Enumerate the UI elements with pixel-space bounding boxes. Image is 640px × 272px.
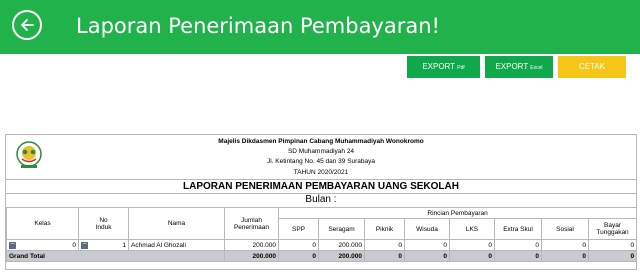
col-rincian: Rincian Pembayaran — [277, 207, 638, 219]
col-tunggakan-line2: Tunggakan — [596, 229, 629, 236]
cell-kelas: − 0 — [6, 239, 79, 251]
col-nama: Nama — [128, 207, 225, 240]
cell-spp: 0 — [278, 239, 319, 251]
col-jumlah-line1: Jumlah — [241, 216, 262, 224]
back-button[interactable] — [12, 10, 42, 40]
school-logo-icon — [16, 141, 42, 168]
export-excel-button[interactable]: EXPORT Excel — [485, 56, 553, 78]
cell-jumlah: 200.000 — [224, 239, 279, 251]
col-wisuda: Wisuda — [404, 218, 450, 240]
cell-piknik: 0 — [364, 239, 405, 251]
export-excel-suffix: Excel — [530, 65, 543, 71]
print-label: CETAK — [578, 62, 606, 71]
export-pdf-button[interactable]: EXPORT Pdf — [407, 56, 480, 78]
total-extra: 0 — [494, 250, 542, 262]
col-piknik: Piknik — [364, 218, 405, 240]
col-tunggakan-line1: Bayar — [604, 222, 622, 229]
header-bar: Laporan Penerimaan Pembayaran! — [0, 0, 640, 54]
arrow-left-icon — [21, 19, 34, 31]
cell-seragam: 200.000 — [318, 239, 365, 251]
export-pdf-label: EXPORT — [422, 62, 455, 71]
col-no-induk-line1: No — [99, 216, 108, 224]
total-lks: 0 — [449, 250, 495, 262]
col-lks: LKS — [449, 218, 495, 240]
export-pdf-suffix: Pdf — [457, 65, 465, 71]
col-tunggakan: Bayar Tunggakan — [587, 218, 638, 240]
cell-wisuda: 0 — [404, 239, 450, 251]
col-kelas: Kelas — [6, 207, 79, 240]
total-seragam: 200.000 — [318, 250, 365, 262]
cell-no-induk-value: 1 — [122, 241, 126, 249]
cell-lks: 0 — [449, 239, 495, 251]
cell-tunggakan: 0 — [587, 239, 638, 251]
org-name: Majelis Dikdasmen Pimpinan Cabang Muhamm… — [218, 138, 424, 145]
grand-total-row: Grand Total 200.000 0 200.000 0 0 0 0 0 … — [6, 250, 638, 262]
report-panel: Majelis Dikdasmen Pimpinan Cabang Muhamm… — [5, 134, 638, 270]
school-name: SD Muhammadiyah 24 — [287, 148, 355, 155]
col-jumlah-line2: Penerimaan — [233, 223, 270, 231]
cell-kelas-value: 0 — [72, 241, 76, 249]
month-label: Bulan : — [305, 194, 337, 205]
col-extra: Extra Skul — [494, 218, 542, 240]
col-no-induk-line2: Induk — [95, 223, 112, 231]
cell-extra: 0 — [494, 239, 542, 251]
table-row: − 0 − 1 Achmad Al Ghozali 200.000 0 200.… — [6, 239, 638, 251]
payment-table: Kelas No Induk Nama Jumlah Penerimaan Ri… — [6, 207, 638, 262]
col-sosial: Sosial — [541, 218, 589, 240]
total-jumlah: 200.000 — [224, 250, 279, 262]
collapse-induk-icon[interactable]: − — [81, 241, 88, 249]
col-no-induk: No Induk — [78, 207, 129, 240]
cell-nama: Achmad Al Ghozali — [128, 239, 225, 251]
collapse-kelas-icon[interactable]: − — [9, 241, 16, 249]
report-title: LAPORAN PENERIMAAN PEMBAYARAN UANG SEKOL… — [6, 179, 636, 194]
col-spp: SPP — [278, 218, 319, 240]
col-jumlah: Jumlah Penerimaan — [224, 207, 279, 240]
cell-no-induk: − 1 — [78, 239, 129, 251]
total-tunggakan: 0 — [587, 250, 638, 262]
school-year: TAHUN 2020/2021 — [293, 169, 349, 176]
total-piknik: 0 — [364, 250, 405, 262]
total-wisuda: 0 — [404, 250, 450, 262]
school-address: Jl. Ketintang No. 45 dan 39 Surabaya — [266, 158, 376, 165]
col-seragam: Seragam — [318, 218, 365, 240]
export-excel-label: EXPORT — [495, 62, 529, 71]
total-spp: 0 — [278, 250, 319, 262]
total-sosial: 0 — [541, 250, 589, 262]
cell-sosial: 0 — [541, 239, 589, 251]
print-button[interactable]: CETAK — [558, 56, 626, 78]
page-title: Laporan Penerimaan Pembayaran! — [76, 14, 440, 38]
grand-total-label: Grand Total — [6, 250, 225, 262]
